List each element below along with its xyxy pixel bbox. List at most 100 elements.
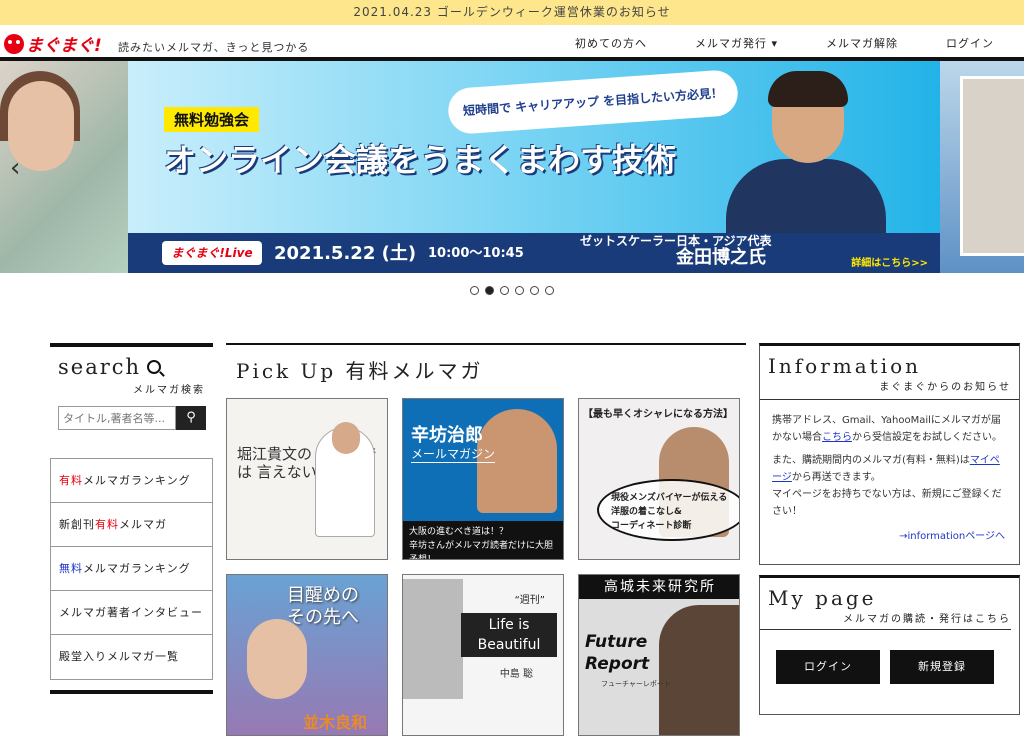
carousel-dot[interactable] <box>515 285 524 295</box>
speaker-name: 金田博之氏 <box>676 247 766 268</box>
card-future-line: Report <box>585 654 650 674</box>
info-title: Information <box>768 354 922 378</box>
card-author: 中島 聡 <box>499 669 533 680</box>
search-heading-text: search <box>58 355 142 379</box>
pickup-title: Pick Up 有料メルマガ <box>226 343 746 384</box>
info-subtitle: まぐまぐからのお知らせ <box>879 382 1011 393</box>
search-subtitle: メルマガ検索 <box>133 385 205 396</box>
rank-hall-of-fame[interactable]: 殿堂入りメルマガ一覧 <box>51 635 212 679</box>
card-author: 並木良和 <box>303 713 368 732</box>
pickup-card-shinbo[interactable]: 辛坊治郎 メールマガジン 大阪の進むべき道は！？ 辛坊さんがメルマガ読者だけに大胆… <box>402 398 564 560</box>
event-date: 2021.5.22 (土) <box>274 243 417 264</box>
search-panel: search メルマガ検索 ⚲ <box>50 343 213 430</box>
main-nav: 初めての方へ メルマガ発行 ▾ メルマガ解除 ログイン <box>527 35 994 51</box>
card-title-line: Beautiful <box>477 637 541 653</box>
info-text: から受信設定をお試しください。 <box>852 432 1002 443</box>
pickup-card-namiki[interactable]: 目醒めの その先へ 並木良和 <box>226 574 388 736</box>
carousel-dot[interactable] <box>500 285 509 295</box>
mypage-subtitle: メルマガの購読・発行はこちら <box>760 610 1011 630</box>
chevron-left-icon[interactable]: ‹ <box>10 153 20 183</box>
left-sidebar: search メルマガ検索 ⚲ 有料メルマガランキング 新創刊有料メルマガ 無料… <box>50 343 213 680</box>
hero-banner[interactable]: 無料勉強会 短時間で キャリアアップ を目指したい方必見！ オンライン会議をうま… <box>128 61 940 273</box>
pickup-card-nakajima[interactable]: “週刊” Life is Beautiful 中島 聡 <box>402 574 564 736</box>
nav-publish[interactable]: メルマガ発行 ▾ <box>695 35 778 51</box>
tagline: 読みたいメルマガ、きっと見つかる <box>118 41 310 54</box>
info-paragraph: マイページをお持ちでない方は、新規にご登録ください！ <box>772 489 1002 517</box>
card-title-line: その先へ <box>287 607 359 628</box>
logo-text: まぐまぐ! <box>26 36 102 56</box>
card-title: 高城未来研究所 <box>579 575 739 599</box>
info-paragraph: また、購読期間内のメルマガ(有料・無料)はマイページから再送できます。 <box>772 452 1009 486</box>
search-button[interactable]: ⚲ <box>176 406 206 430</box>
card-future-line: Future <box>585 632 648 652</box>
rank-free[interactable]: 無料メルマガランキング <box>51 547 212 591</box>
card-caption-line: 辛坊さんがメルマガ読者だけに大胆予想！ <box>409 541 554 560</box>
signup-button[interactable]: 新規登録 <box>890 650 994 684</box>
bubble-line: 現役メンズバイヤーが伝える <box>611 493 728 503</box>
search-row: ⚲ <box>58 406 213 430</box>
card-title: 辛坊治郎 <box>411 425 483 446</box>
carousel-dot[interactable] <box>530 285 539 295</box>
carousel-dot[interactable] <box>470 285 479 295</box>
info-more-link[interactable]: →informationページへ <box>772 528 1005 545</box>
bubble-line: コーディネート診断 <box>611 521 692 531</box>
card-future: Future Report <box>585 631 649 675</box>
card-title: 【最も早くオシャレになる方法】 <box>583 409 733 420</box>
rank-paid-label: メルマガランキング <box>83 474 191 487</box>
pickup-grid: 堀江貴文の ブログでは 言えない話 辛坊治郎 メールマガジン 大阪の進むべき道は… <box>226 398 746 736</box>
information-panel: Information まぐまぐからのお知らせ 携帯アドレス、Gmail、Yah… <box>759 343 1020 565</box>
card-title: Life is Beautiful <box>461 613 557 657</box>
card-weekly: “週刊” <box>514 595 545 606</box>
search-heading: search <box>58 355 213 379</box>
rank-free-label: メルマガランキング <box>83 562 191 575</box>
login-button[interactable]: ログイン <box>776 650 880 684</box>
card-title-line: 目醒めの <box>287 585 359 606</box>
magnifier-icon <box>147 360 162 374</box>
nav-beginners[interactable]: 初めての方へ <box>575 35 647 51</box>
logo-face-icon <box>4 33 24 54</box>
carousel-dot[interactable] <box>545 285 554 295</box>
carousel-dot-active[interactable] <box>485 285 494 295</box>
mypage-title: My page <box>768 586 877 610</box>
card-subtitle: フューチャーレポート <box>601 680 671 688</box>
rank-free-prefix: 無料 <box>59 562 83 575</box>
bubble-line: 洋服の着こなし& <box>611 507 682 517</box>
banner-headline: オンライン会議をうまくまわす技術 <box>164 141 677 179</box>
preview-photo <box>960 76 1024 256</box>
nav-login[interactable]: ログイン <box>946 35 994 51</box>
pickup-section: Pick Up 有料メルマガ 堀江貴文の ブログでは 言えない話 辛坊治郎 メー… <box>226 343 746 736</box>
info-link-settings[interactable]: こちら <box>822 432 852 443</box>
rank-new-prefix: 新創刊 <box>59 518 95 531</box>
details-link[interactable]: 詳細はこちら>> <box>851 254 928 269</box>
rank-new-paid[interactable]: 新創刊有料メルマガ <box>51 503 212 547</box>
rank-new-highlight: 有料 <box>95 518 119 531</box>
rank-interview[interactable]: メルマガ著者インタビュー <box>51 591 212 635</box>
rank-paid[interactable]: 有料メルマガランキング <box>51 459 212 503</box>
pickup-card-takashiro[interactable]: 高城未来研究所 Future Report フューチャーレポート <box>578 574 740 736</box>
notice-bar[interactable]: 2021.04.23 ゴールデンウィーク運営休業のお知らせ <box>0 0 1024 25</box>
site-header: まぐまぐ! 読みたいメルマガ、きっと見つかる 初めての方へ メルマガ発行 ▾ メ… <box>0 25 1024 61</box>
next-slide-preview[interactable] <box>940 61 1024 273</box>
card-title-line: Life is <box>488 617 530 633</box>
info-paragraph: 携帯アドレス、Gmail、YahooMailにメルマガが届かない場合こちらから受… <box>772 412 1009 446</box>
info-text: また、購読期間内のメルマガ(有料・無料)は <box>772 455 970 466</box>
site-logo[interactable]: まぐまぐ! <box>4 31 102 56</box>
notice-text[interactable]: 2021.04.23 ゴールデンウィーク運営休業のお知らせ <box>353 5 670 19</box>
live-badge: まぐまぐ!Live <box>162 241 262 265</box>
carousel-dots <box>0 273 1024 307</box>
pickup-card-horie[interactable]: 堀江貴文の ブログでは 言えない話 <box>226 398 388 560</box>
search-input[interactable] <box>58 406 176 430</box>
card-caption-line: 大阪の進むべき道は！？ <box>409 527 509 537</box>
hero-carousel: ‹ 無料勉強会 短時間で キャリアアップ を目指したい方必見！ オンライン会議を… <box>0 61 1024 273</box>
card-photo <box>659 605 739 735</box>
pickup-card-fashion[interactable]: 【最も早くオシャレになる方法】 現役メンズバイヤーが伝える 洋服の着こなし& コーデ… <box>578 398 740 560</box>
rank-hof-label: 殿堂入りメルマガ一覧 <box>59 650 179 663</box>
search-icon: ⚲ <box>186 410 196 425</box>
nav-unsubscribe[interactable]: メルマガ解除 <box>826 35 898 51</box>
rank-interview-label: メルマガ著者インタビュー <box>59 606 203 619</box>
card-bubble: 現役メンズバイヤーが伝える 洋服の着こなし& コーディネート診断 <box>597 479 739 541</box>
card-photo <box>247 619 307 699</box>
event-time: 10:00〜10:45 <box>428 246 524 261</box>
right-sidebar: Information まぐまぐからのお知らせ 携帯アドレス、Gmail、Yah… <box>759 343 1020 715</box>
speaker-hair <box>768 71 848 107</box>
